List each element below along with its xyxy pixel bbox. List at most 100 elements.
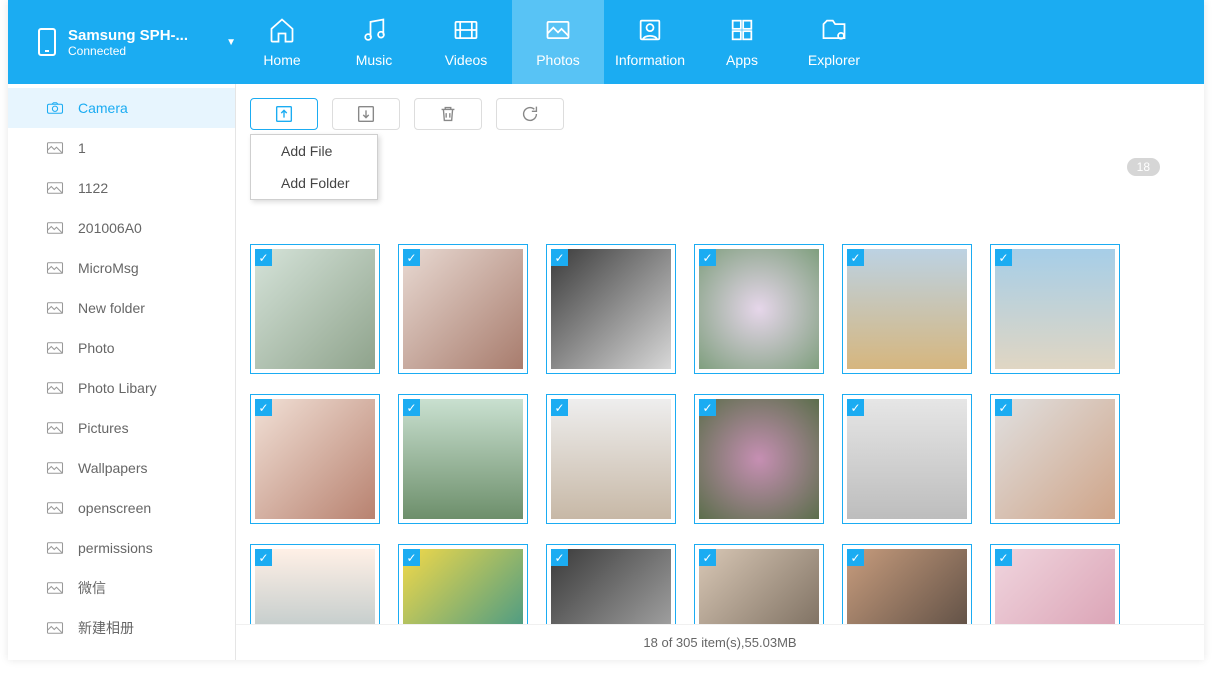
main: Add File Add Folder 18 ✓ ✓ ✓ ✓ ✓ ✓ ✓ ✓ ✓… <box>236 84 1204 660</box>
check-icon: ✓ <box>847 249 864 266</box>
check-icon: ✓ <box>255 549 272 566</box>
delete-button[interactable] <box>414 98 482 130</box>
image-icon <box>46 181 64 195</box>
photo-thumb[interactable]: ✓ <box>694 394 824 524</box>
sidebar-item[interactable]: New folder <box>8 288 235 328</box>
check-icon: ✓ <box>255 249 272 266</box>
photo-thumb[interactable]: ✓ <box>694 544 824 624</box>
add-folder-item[interactable]: Add Folder <box>251 167 377 199</box>
image-icon <box>46 461 64 475</box>
nav-photos[interactable]: Photos <box>512 0 604 84</box>
nav-home[interactable]: Home <box>236 0 328 84</box>
nav-label: Photos <box>536 52 580 68</box>
information-icon <box>636 16 664 44</box>
check-icon: ✓ <box>551 549 568 566</box>
sidebar-label: 新建相册 <box>78 618 134 638</box>
sidebar-item[interactable]: 1 <box>8 128 235 168</box>
check-icon: ✓ <box>699 399 716 416</box>
nav-label: Home <box>263 52 300 68</box>
sidebar: Camera 1 1122 201006A0 MicroMsg New fold… <box>8 84 236 660</box>
sidebar-label: Camera <box>78 100 128 116</box>
nav-label: Apps <box>726 52 758 68</box>
check-icon: ✓ <box>403 399 420 416</box>
check-icon: ✓ <box>995 399 1012 416</box>
import-button[interactable] <box>250 98 318 130</box>
nav-music[interactable]: Music <box>328 0 420 84</box>
explorer-icon <box>820 16 848 44</box>
photo-thumb[interactable]: ✓ <box>398 544 528 624</box>
photo-thumb[interactable]: ✓ <box>842 544 972 624</box>
image-icon <box>46 381 64 395</box>
sidebar-item[interactable]: 新建相册 <box>8 608 235 648</box>
body: Camera 1 1122 201006A0 MicroMsg New fold… <box>8 84 1204 660</box>
device-info: Samsung SPH-... Connected <box>68 27 206 58</box>
image-icon <box>46 301 64 315</box>
image-icon <box>46 221 64 235</box>
videos-icon <box>452 16 480 44</box>
sidebar-label: 201006A0 <box>78 220 142 236</box>
image-icon <box>46 341 64 355</box>
sidebar-item[interactable]: MicroMsg <box>8 248 235 288</box>
count-badge: 18 <box>1127 158 1160 176</box>
photo-thumb[interactable]: ✓ <box>398 244 528 374</box>
photo-thumb[interactable]: ✓ <box>250 394 380 524</box>
image-icon <box>46 261 64 275</box>
camera-icon <box>46 101 64 115</box>
image-icon <box>46 421 64 435</box>
sidebar-item-camera[interactable]: Camera <box>8 88 235 128</box>
device-selector[interactable]: Samsung SPH-... Connected ▼ <box>8 0 236 84</box>
sidebar-item[interactable]: Photo <box>8 328 235 368</box>
photo-thumb[interactable]: ✓ <box>842 244 972 374</box>
check-icon: ✓ <box>847 549 864 566</box>
check-icon: ✓ <box>255 399 272 416</box>
photo-thumb[interactable]: ✓ <box>990 544 1120 624</box>
photo-thumb[interactable]: ✓ <box>398 394 528 524</box>
topbar: Samsung SPH-... Connected ▼ Home Music V… <box>8 0 1204 84</box>
chevron-down-icon: ▼ <box>226 37 236 48</box>
photo-thumb[interactable]: ✓ <box>250 544 380 624</box>
status-bar: 18 of 305 item(s),55.03MB <box>236 624 1204 660</box>
image-icon <box>46 581 64 595</box>
photo-thumb[interactable]: ✓ <box>250 244 380 374</box>
photo-thumb[interactable]: ✓ <box>546 244 676 374</box>
nav-label: Information <box>615 52 685 68</box>
sidebar-label: Photo <box>78 340 115 356</box>
check-icon: ✓ <box>699 249 716 266</box>
sidebar-label: 1 <box>78 140 86 156</box>
sidebar-label: Pictures <box>78 420 129 436</box>
sidebar-item[interactable]: 201006A0 <box>8 208 235 248</box>
nav-label: Explorer <box>808 52 860 68</box>
check-icon: ✓ <box>847 399 864 416</box>
sidebar-item[interactable]: 1122 <box>8 168 235 208</box>
nav-explorer[interactable]: Explorer <box>788 0 880 84</box>
export-button[interactable] <box>332 98 400 130</box>
photo-thumb[interactable]: ✓ <box>842 394 972 524</box>
photo-thumb[interactable]: ✓ <box>990 394 1120 524</box>
nav-apps[interactable]: Apps <box>696 0 788 84</box>
photo-thumb[interactable]: ✓ <box>546 394 676 524</box>
refresh-button[interactable] <box>496 98 564 130</box>
apps-icon <box>728 16 756 44</box>
phone-icon <box>38 28 56 56</box>
nav: Home Music Videos Photos Information App… <box>236 0 1204 84</box>
sidebar-item[interactable]: Wallpapers <box>8 448 235 488</box>
device-name: Samsung SPH-... <box>68 27 206 44</box>
home-icon <box>268 16 296 44</box>
sidebar-label: Wallpapers <box>78 460 148 476</box>
sidebar-item[interactable]: permissions <box>8 528 235 568</box>
check-icon: ✓ <box>551 399 568 416</box>
add-file-item[interactable]: Add File <box>251 135 377 167</box>
sidebar-item[interactable]: openscreen <box>8 488 235 528</box>
photo-thumb[interactable]: ✓ <box>694 244 824 374</box>
sidebar-item[interactable]: Photo Libary <box>8 368 235 408</box>
photo-thumb[interactable]: ✓ <box>546 544 676 624</box>
nav-label: Music <box>356 52 393 68</box>
sidebar-label: 微信 <box>78 578 106 598</box>
image-icon <box>46 501 64 515</box>
sidebar-item[interactable]: Pictures <box>8 408 235 448</box>
sidebar-item[interactable]: 微信 <box>8 568 235 608</box>
photo-thumb[interactable]: ✓ <box>990 244 1120 374</box>
sidebar-label: openscreen <box>78 500 151 516</box>
nav-information[interactable]: Information <box>604 0 696 84</box>
nav-videos[interactable]: Videos <box>420 0 512 84</box>
